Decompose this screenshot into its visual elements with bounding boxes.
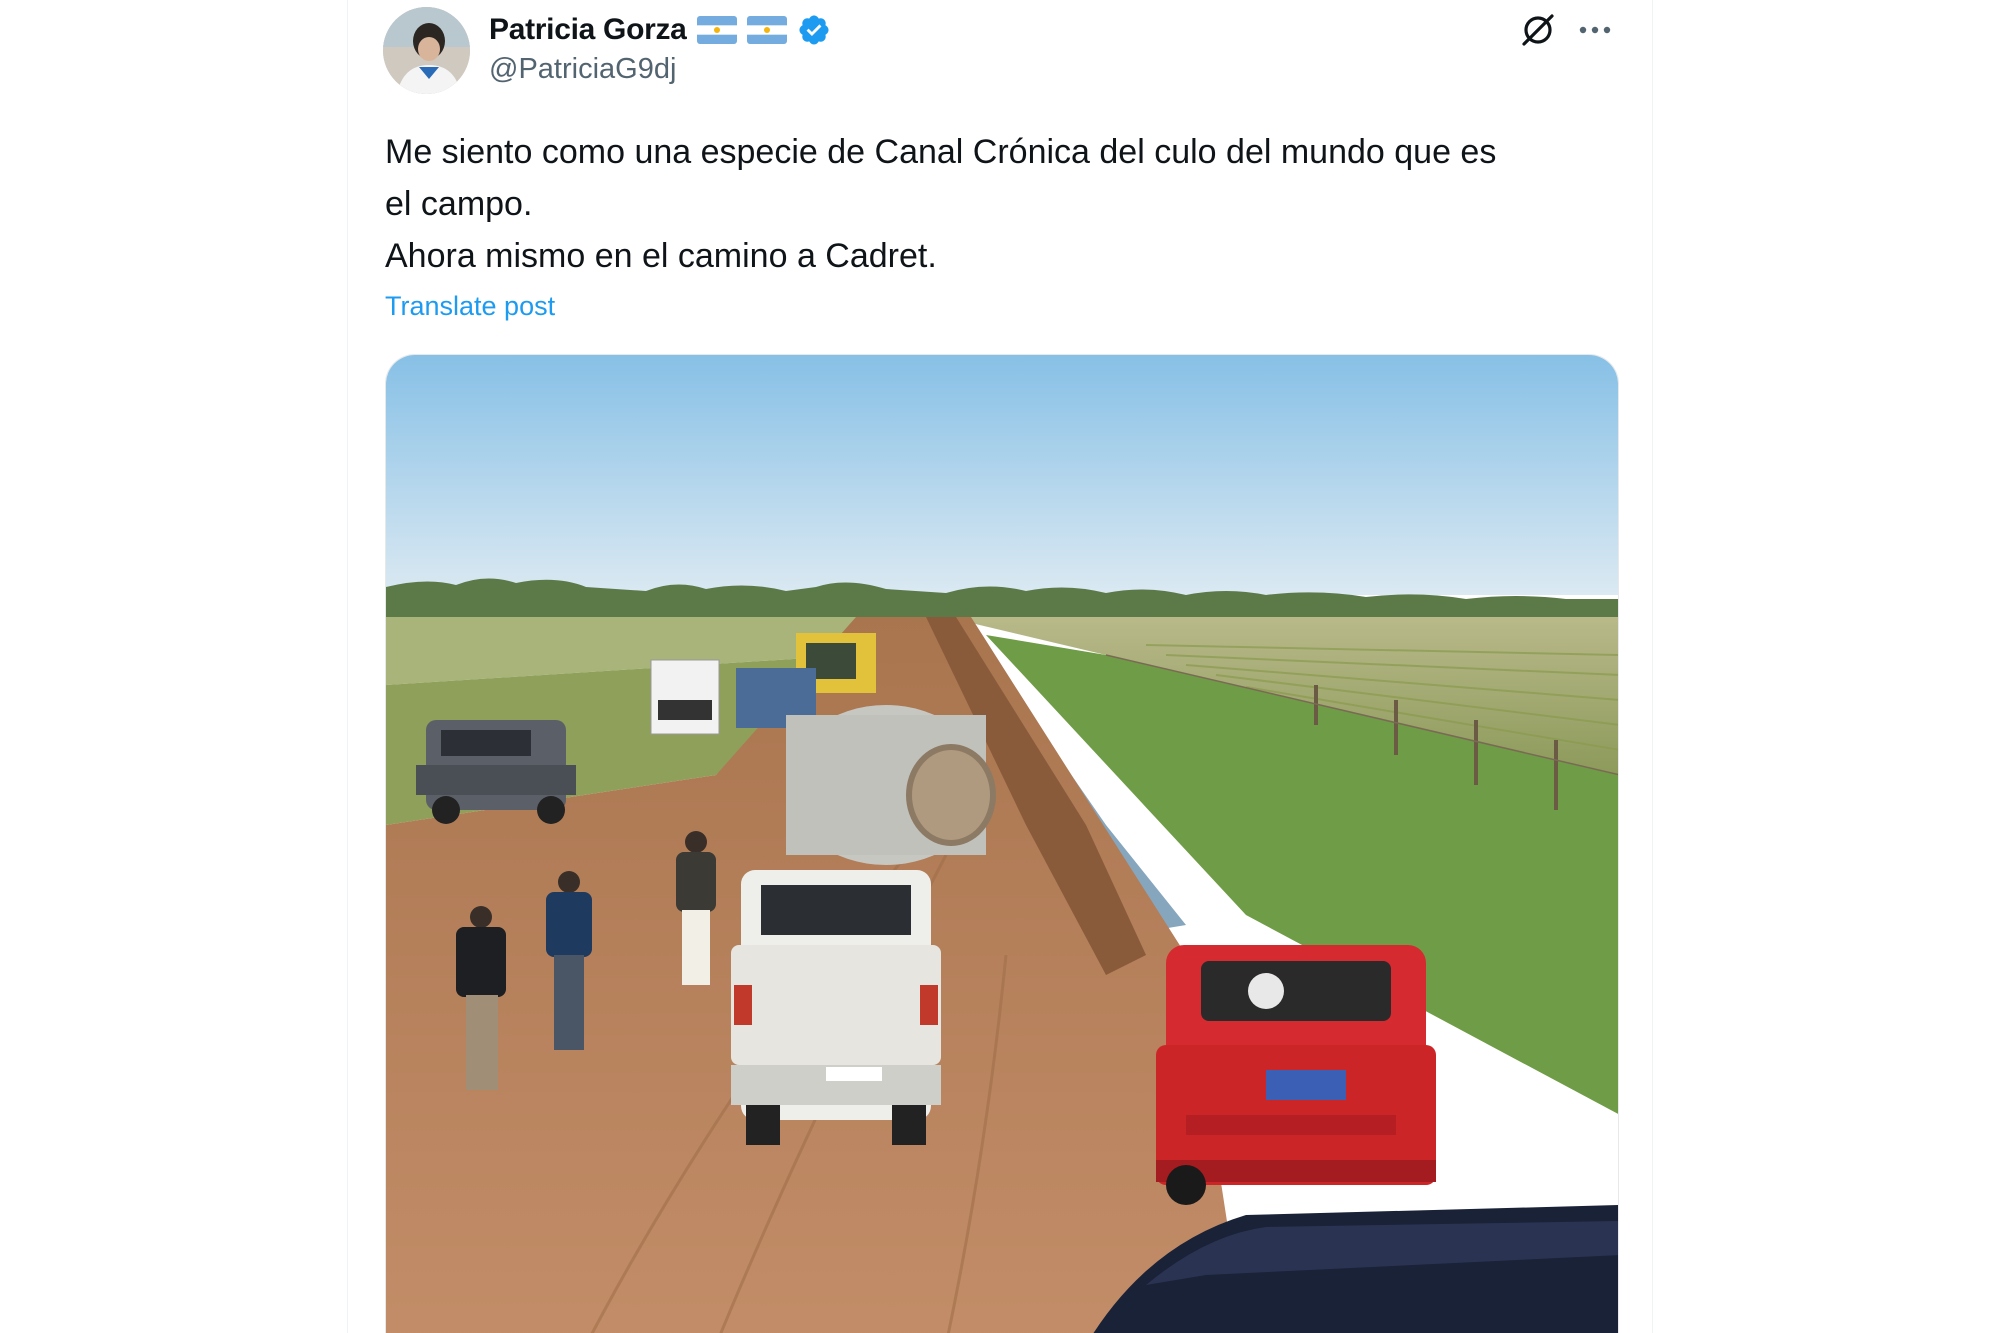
tweet-photo[interactable]: [385, 354, 1619, 1333]
grok-icon[interactable]: [1518, 10, 1558, 50]
avatar[interactable]: [383, 7, 470, 94]
argentina-flag-icon: [696, 16, 737, 44]
translate-post-link[interactable]: Translate post: [385, 291, 555, 322]
verified-badge-icon[interactable]: [797, 13, 831, 47]
argentina-flag-icon: [746, 16, 787, 44]
more-options-icon[interactable]: [1575, 12, 1615, 48]
tweet-text-line: el campo.: [385, 185, 533, 223]
author-display-name[interactable]: Patricia Gorza: [489, 13, 687, 47]
author-name-row: Patricia Gorza: [489, 10, 831, 50]
tweet-text-line: Ahora mismo en el camino a Cadret.: [385, 237, 937, 275]
page: Patricia Gorza @PatriciaG9dj Me siento c…: [0, 0, 2000, 1333]
tweet-text: Me siento como una especie de Canal Crón…: [385, 126, 1625, 282]
tweet-text-line: Me siento como una especie de Canal Crón…: [385, 133, 1497, 171]
author-handle[interactable]: @PatriciaG9dj: [489, 53, 676, 86]
